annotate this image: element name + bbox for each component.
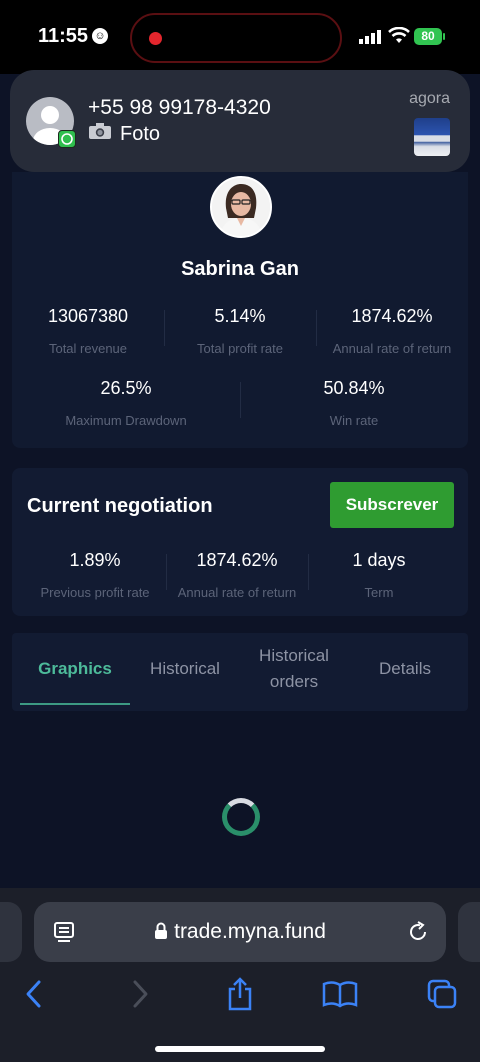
stat-win-rate: 50.84% Win rate: [240, 376, 468, 436]
photo-thumbnail: [414, 118, 450, 156]
loading-spinner-icon: [222, 798, 260, 836]
battery-indicator: 80: [414, 28, 442, 45]
stat-value: 1 days: [352, 550, 406, 570]
stat-annual-return: 1874.62% Annual rate of return: [166, 548, 308, 604]
tab-graphics[interactable]: Graphics: [20, 633, 130, 705]
recording-dot-icon: [149, 32, 162, 45]
stat-previous-profit-rate: 1.89% Previous profit rate: [24, 548, 166, 604]
stat-annual-return: 1874.62% Annual rate of return: [316, 304, 468, 364]
stat-label: Previous profit rate: [40, 585, 150, 600]
whatsapp-icon: [58, 130, 76, 148]
browser-toolbar: trade.myna.fund: [0, 888, 480, 1062]
battery-cap: [443, 33, 445, 40]
stat-total-revenue: 13067380 Total revenue: [12, 304, 164, 364]
portrait-image: [212, 178, 270, 236]
stat-value: 13067380: [47, 306, 129, 326]
back-button[interactable]: [16, 976, 52, 1012]
stat-term: 1 days Term: [308, 548, 450, 604]
stat-label: Total revenue: [48, 341, 128, 356]
stats-row: 26.5% Maximum Drawdown 50.84% Win rate: [12, 376, 468, 436]
stat-label: Maximum Drawdown: [65, 413, 187, 428]
wifi-icon: [388, 27, 410, 43]
forward-button[interactable]: [122, 976, 158, 1012]
stat-label: Win rate: [329, 413, 379, 428]
chevron-right-icon: [133, 980, 148, 1008]
url-text: trade.myna.fund: [174, 920, 326, 943]
signal-icon: [359, 30, 381, 44]
stat-value: 5.14%: [214, 306, 266, 326]
notification-subtitle: Foto: [88, 122, 160, 146]
share-button[interactable]: [222, 976, 258, 1012]
tab-bar: Graphics Historical Historical orders De…: [12, 633, 468, 711]
tabs-icon: [427, 979, 457, 1009]
status-bar: 11:55 ☺ 80: [0, 0, 480, 74]
url-display: trade.myna.fund: [34, 920, 446, 944]
tab-details[interactable]: Details: [350, 633, 460, 705]
stat-label: Annual rate of return: [177, 585, 297, 600]
bookmarks-button[interactable]: [322, 976, 358, 1012]
lock-icon: [155, 922, 168, 939]
stat-label: Term: [364, 585, 394, 600]
stat-value: 50.84%: [323, 378, 385, 398]
dynamic-island: [130, 13, 342, 63]
negotiation-title: Current negotiation: [27, 495, 213, 517]
stat-total-profit-rate: 5.14% Total profit rate: [164, 304, 316, 364]
book-icon: [322, 981, 358, 1008]
notification-banner[interactable]: +55 98 99178-4320 Foto agora: [10, 70, 470, 172]
subscribe-button[interactable]: Subscrever: [330, 482, 454, 528]
notification-title: +55 98 99178-4320: [88, 96, 271, 119]
tabs-button[interactable]: [424, 976, 460, 1012]
trader-avatar: [210, 176, 272, 238]
reload-icon[interactable]: [406, 920, 430, 944]
stat-label: Total profit rate: [197, 341, 283, 356]
stat-value: 1874.62%: [196, 550, 278, 570]
trader-profile-card: Sabrina Gan 13067380 Total revenue 5.14%…: [12, 172, 468, 448]
notification-time: agora: [409, 90, 450, 107]
stat-max-drawdown: 26.5% Maximum Drawdown: [12, 376, 240, 436]
notification-subtitle-text: Foto: [120, 123, 161, 145]
tab-historical-orders[interactable]: Historical orders: [244, 633, 344, 705]
negotiation-stats: 1.89% Previous profit rate 1874.62% Annu…: [24, 548, 450, 604]
stat-value: 1.89%: [69, 550, 121, 570]
active-tab-indicator: [20, 703, 130, 705]
stat-value: 26.5%: [100, 378, 152, 398]
home-indicator[interactable]: [155, 1046, 325, 1052]
camera-icon: [88, 122, 112, 146]
previous-tab-preview[interactable]: [0, 902, 22, 962]
stats-row: 13067380 Total revenue 5.14% Total profi…: [12, 304, 468, 364]
trader-name: Sabrina Gan: [181, 258, 299, 280]
address-bar[interactable]: trade.myna.fund: [34, 902, 446, 962]
next-tab-preview[interactable]: [458, 902, 480, 962]
status-time: 11:55: [38, 25, 89, 47]
stat-value: 1874.62%: [351, 306, 433, 326]
smiley-icon: ☺: [92, 28, 108, 44]
share-icon: [228, 977, 252, 1011]
chevron-left-icon: [26, 980, 41, 1008]
tab-historical[interactable]: Historical: [130, 633, 240, 705]
stat-label: Annual rate of return: [332, 341, 452, 356]
current-negotiation-card: Current negotiation Subscrever 1.89% Pre…: [12, 468, 468, 616]
